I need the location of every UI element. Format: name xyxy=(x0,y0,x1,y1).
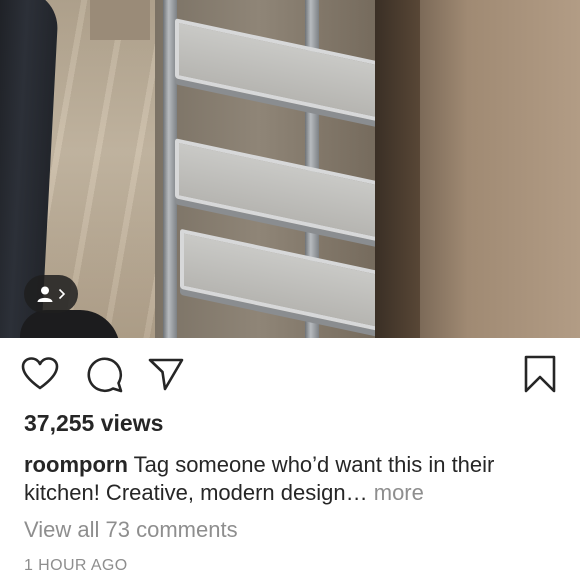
post-timestamp: 1 HOUR AGO xyxy=(24,557,128,574)
rack-shelf-top xyxy=(175,18,380,122)
rack-shelf-bottom xyxy=(180,228,380,332)
comment-icon xyxy=(85,355,123,393)
share-button[interactable] xyxy=(146,352,186,396)
like-button[interactable] xyxy=(20,352,60,396)
cabinet-background xyxy=(90,0,150,40)
view-all-comments-link[interactable]: View all 73 comments xyxy=(24,517,238,543)
paper-plane-icon xyxy=(148,357,184,391)
person-icon xyxy=(36,285,54,303)
tagged-people-button[interactable] xyxy=(24,275,78,313)
post-actions-bar xyxy=(0,352,580,400)
bookmark-icon xyxy=(523,355,557,393)
cabinet-door xyxy=(420,0,580,338)
post-video[interactable] xyxy=(0,0,580,338)
caption-username[interactable]: roomporn xyxy=(24,452,128,477)
cabinet-interior xyxy=(375,0,423,338)
rack-shelf-middle xyxy=(175,138,380,242)
post-caption: roomporn Tag someone who’d want this in … xyxy=(24,451,564,507)
caption-more-link[interactable]: more xyxy=(374,480,424,505)
save-button[interactable] xyxy=(520,352,560,396)
heart-icon xyxy=(21,357,59,391)
comment-button[interactable] xyxy=(84,352,124,396)
chevron-right-icon xyxy=(58,288,66,300)
view-count[interactable]: 37,255 views xyxy=(24,410,163,437)
